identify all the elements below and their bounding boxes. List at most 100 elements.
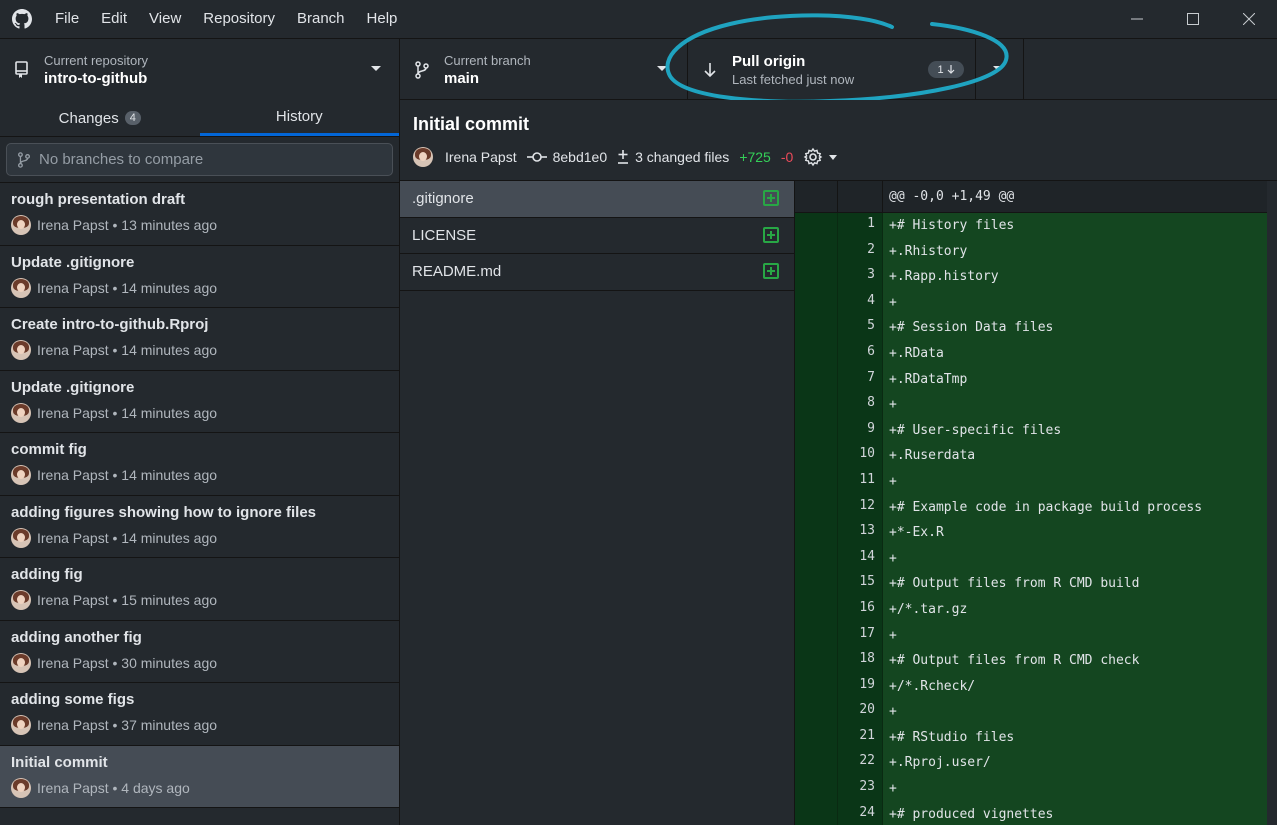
menu-view[interactable]: View <box>138 0 192 38</box>
line-content: +.RDataTmp <box>883 366 1267 393</box>
toolbar: Current repository intro-to-github Curre… <box>0 38 1277 100</box>
current-branch-button[interactable]: Current branch main <box>400 39 688 100</box>
line-content: + <box>883 392 1267 418</box>
diff-line: 24 +# produced vignettes <box>795 801 1267 825</box>
commit-summary: adding figures showing how to ignore fil… <box>11 503 317 521</box>
pull-origin-label: Pull origin <box>732 52 806 70</box>
commit-meta: Irena Papst • 15 minutes ago <box>37 592 218 608</box>
branch-icon <box>400 60 444 79</box>
line-number: 16 <box>838 596 883 623</box>
chevron-down-icon <box>371 66 381 71</box>
tab-changes[interactable]: Changes 4 <box>0 100 200 136</box>
line-number: 5 <box>838 315 883 341</box>
file-added-icon <box>763 226 779 243</box>
diff-line: 23 + <box>795 776 1267 802</box>
line-number: 23 <box>838 776 883 802</box>
line-number: 9 <box>838 417 883 444</box>
commit-item[interactable]: adding another fig Irena Papst • 30 minu… <box>0 621 399 683</box>
commit-meta: Irena Papst • 14 minutes ago <box>37 467 218 483</box>
menu-edit[interactable]: Edit <box>90 0 138 38</box>
pull-origin-button[interactable]: Pull origin Last fetched just now 1 <box>688 39 976 100</box>
diff-line: 21 +# RStudio files <box>795 724 1267 751</box>
commit-summary: rough presentation draft <box>11 191 186 208</box>
commit-summary: Initial commit <box>11 753 108 771</box>
incoming-commits-badge: 1 <box>928 61 964 78</box>
commit-item[interactable]: commit fig Irena Papst • 14 minutes ago <box>0 433 399 496</box>
diff-hunk-header: @@ -0,0 +1,49 @@ <box>795 181 1267 213</box>
commit-summary: adding fig <box>11 566 83 583</box>
commit-item-selected[interactable]: Initial commit Irena Papst • 4 days ago <box>0 745 399 808</box>
line-number: 13 <box>838 520 883 546</box>
file-name: README.md <box>412 263 502 281</box>
menu-help[interactable]: Help <box>356 0 409 38</box>
tab-history[interactable]: History <box>199 100 399 136</box>
line-content: +.Rhistory <box>883 238 1267 265</box>
menu-repository[interactable]: Repository <box>192 0 286 38</box>
diff-line: 8 + <box>795 392 1267 418</box>
commit-item[interactable]: Update .gitignore Irena Papst • 14 minut… <box>0 371 399 433</box>
diff-line: 10 +.Ruserdata <box>795 443 1267 469</box>
diff-line: 14 + <box>795 545 1267 572</box>
line-number: 4 <box>838 289 883 316</box>
close-window-button[interactable] <box>1221 0 1277 38</box>
commit-summary: adding some figs <box>11 691 135 708</box>
line-content: +# Output files from R CMD build <box>883 571 1267 597</box>
commit-item[interactable]: Update .gitignore Irena Papst • 14 minut… <box>0 246 399 308</box>
line-content: +.Rapp.history <box>883 264 1267 290</box>
maximize-button[interactable] <box>1165 0 1221 38</box>
incoming-count: 1 <box>937 63 944 76</box>
menu-file[interactable]: File <box>44 0 90 38</box>
branch-compare-input[interactable]: No branches to compare <box>6 143 393 176</box>
diff-line: 17 + <box>795 622 1267 649</box>
line-content: + <box>883 289 1267 316</box>
diff-view[interactable]: @@ -0,0 +1,49 @@ 1 +# History files 2 +.Rhi… <box>795 181 1267 825</box>
commit-item[interactable]: rough presentation draft Irena Papst • 1… <box>0 183 399 246</box>
diff-line: 18 +# Output files from R CMD check <box>795 648 1267 674</box>
commit-item[interactable]: adding some figs Irena Papst • 37 minute… <box>0 683 399 746</box>
commit-item[interactable]: adding figures showing how to ignore fil… <box>0 496 399 558</box>
avatar <box>11 340 31 360</box>
diff-line: 7 +.RDataTmp <box>795 366 1267 393</box>
line-number: 22 <box>838 750 883 777</box>
avatar <box>11 402 31 423</box>
menu-branch[interactable]: Branch <box>286 0 356 38</box>
pull-options-dropdown[interactable] <box>976 39 1024 100</box>
line-number: 19 <box>838 673 883 700</box>
diff-settings-button[interactable] <box>803 147 838 167</box>
line-content: +.RData <box>883 340 1267 367</box>
minimize-button[interactable] <box>1109 0 1165 38</box>
line-number: 6 <box>838 340 883 367</box>
compare-placeholder: No branches to compare <box>39 151 204 168</box>
commit-sha[interactable]: 8ebd1e0 <box>526 149 607 165</box>
diff-line: 22 +.Rproj.user/ <box>795 750 1267 777</box>
avatar <box>11 715 31 735</box>
avatar <box>11 777 31 798</box>
line-content: + <box>883 776 1267 802</box>
deletions-count: -0 <box>780 149 794 165</box>
line-number: 10 <box>838 443 883 469</box>
scrollbar[interactable] <box>1267 181 1277 825</box>
commit-author: Irena Papst <box>445 149 517 165</box>
close-icon <box>1243 13 1255 25</box>
file-item-selected[interactable]: .gitignore <box>400 181 794 218</box>
repo-icon <box>0 60 44 79</box>
arrow-down-icon <box>688 62 732 78</box>
line-content: +# History files <box>883 213 1267 239</box>
commit-item[interactable]: adding fig Irena Papst • 15 minutes ago <box>0 558 399 621</box>
chevron-down-icon <box>657 66 667 71</box>
commit-item[interactable]: Create intro-to-github.Rproj Irena Papst… <box>0 308 399 371</box>
current-repository-button[interactable]: Current repository intro-to-github <box>0 39 400 100</box>
file-item[interactable]: README.md <box>400 254 794 291</box>
file-item[interactable]: LICENSE <box>400 218 794 254</box>
diff-line: 9 +# User-specific files <box>795 417 1267 444</box>
commit-meta: Irena Papst • 14 minutes ago <box>37 404 218 421</box>
avatar <box>413 147 433 167</box>
commit-summary: adding another fig <box>11 628 142 646</box>
diff-line: 20 + <box>795 699 1267 725</box>
file-added-icon <box>763 190 779 206</box>
commit-meta: Irena Papst • 30 minutes ago <box>37 654 218 671</box>
line-number: 18 <box>838 648 883 674</box>
line-number: 15 <box>838 571 883 597</box>
line-content: +# RStudio files <box>883 724 1267 751</box>
line-number: 8 <box>838 392 883 418</box>
